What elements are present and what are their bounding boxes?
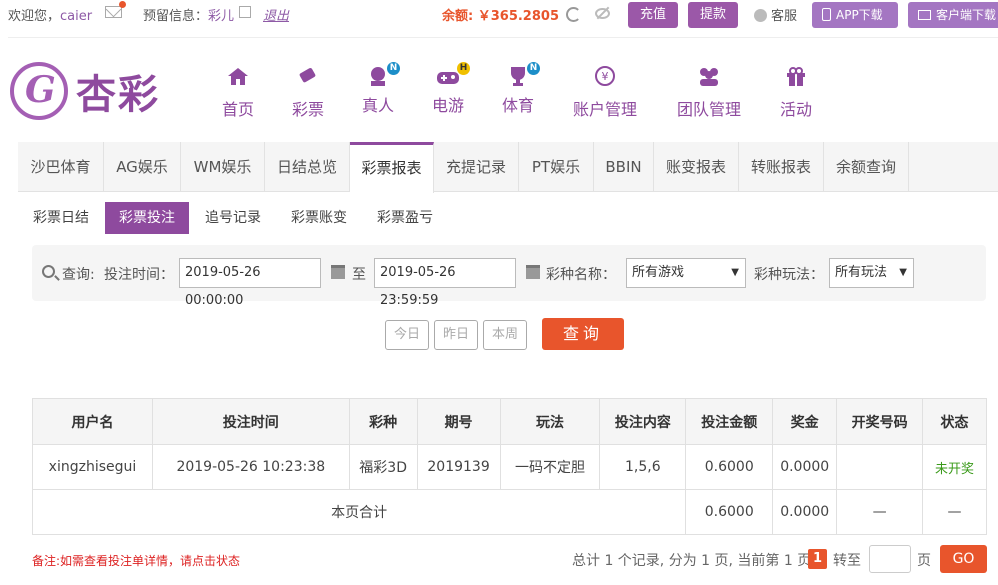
- search-icon: [42, 265, 55, 278]
- subtab-lottery-daily[interactable]: 彩票日结: [33, 202, 89, 234]
- to-label: 至: [352, 267, 366, 283]
- subtab-lottery-bets[interactable]: 彩票投注: [105, 202, 189, 234]
- table-header: 用户名 投注时间 彩种 期号 玩法 投注内容 投注金额 奖金 开奖号码 状态: [32, 398, 987, 445]
- recharge-button[interactable]: 充值: [628, 2, 679, 28]
- new-badge: N: [387, 62, 400, 75]
- col-content: 投注内容: [599, 398, 687, 445]
- goto-label: 转至: [833, 553, 861, 569]
- tab-transfer[interactable]: 转账报表: [739, 142, 824, 192]
- table-row[interactable]: xingzhisegui 2019-05-26 10:23:38 福彩3D 20…: [32, 444, 987, 490]
- gift-icon: [787, 67, 805, 86]
- edit-icon[interactable]: [239, 6, 251, 18]
- tab-saba-sports[interactable]: 沙巴体育: [18, 142, 104, 192]
- game-select[interactable]: 所有游戏 ▼: [626, 258, 746, 288]
- team-icon: [700, 68, 718, 86]
- monitor-icon: [918, 10, 931, 20]
- start-date-input[interactable]: 2019-05-26 00:00:00: [179, 258, 321, 308]
- tab-pt[interactable]: PT娱乐: [519, 142, 594, 192]
- col-amount: 投注金额: [685, 398, 774, 445]
- tab-deposit-withdraw[interactable]: 充提记录: [434, 142, 519, 192]
- play-select[interactable]: 所有玩法 ▼: [829, 258, 914, 288]
- report-tabs: 沙巴体育 AG娱乐 WM娱乐 日结总览 彩票报表 充提记录 PT娱乐 BBIN …: [18, 142, 998, 193]
- customer-service-link[interactable]: 客服: [754, 5, 797, 24]
- refresh-icon[interactable]: [566, 7, 581, 22]
- this-week-button[interactable]: 本周: [483, 320, 527, 350]
- go-button[interactable]: GO: [940, 545, 987, 573]
- tab-wm[interactable]: WM娱乐: [181, 142, 265, 192]
- play-type-label: 彩种玩法：: [754, 267, 824, 283]
- today-button[interactable]: 今日: [385, 320, 429, 350]
- hide-balance-icon[interactable]: [595, 8, 610, 19]
- query-label: 查询:: [62, 267, 95, 283]
- balance-value: ￥365.2805: [477, 9, 559, 24]
- calendar-icon[interactable]: [331, 265, 345, 279]
- col-issue: 期号: [416, 398, 501, 445]
- customer-service-icon: [754, 9, 767, 22]
- nav-sports[interactable]: N 体育: [501, 62, 540, 116]
- pager-summary: 总计 1 个记录, 分为 1 页, 当前第 1 页: [572, 553, 812, 569]
- account-yen-icon: ¥: [595, 66, 615, 86]
- client-download-button[interactable]: 客户端下载: [908, 2, 998, 28]
- table-total-row: 本页合计 0.6000 0.0000 — —: [31, 489, 987, 535]
- bets-table: 用户名 投注时间 彩种 期号 玩法 投注内容 投注金额 奖金 开奖号码 状态 x…: [31, 398, 987, 535]
- logo-emblem: [10, 62, 68, 120]
- col-play: 玩法: [499, 398, 601, 445]
- page-input[interactable]: [869, 545, 911, 573]
- nav-egames[interactable]: H 电游: [431, 62, 470, 116]
- divider: [8, 37, 998, 38]
- subtab-lottery-account-change[interactable]: 彩票账变: [291, 202, 347, 234]
- yesterday-button[interactable]: 昨日: [434, 320, 478, 350]
- reserved-info: 预留信息：彩儿: [143, 9, 235, 24]
- current-page[interactable]: 1: [808, 549, 827, 569]
- chevron-down-icon: ▼: [899, 267, 907, 278]
- unread-dot: [119, 1, 126, 8]
- col-prize: 奖金: [772, 398, 838, 445]
- nav-lottery[interactable]: 彩票: [291, 66, 325, 120]
- tab-balance[interactable]: 余额查询: [824, 142, 909, 192]
- col-bet-time: 投注时间: [151, 398, 350, 445]
- username: caier: [60, 9, 93, 24]
- nav-live[interactable]: N 真人: [361, 62, 400, 116]
- col-lottery: 彩种: [348, 398, 418, 445]
- chevron-down-icon: ▼: [731, 267, 739, 278]
- calendar-icon[interactable]: [526, 265, 540, 279]
- status-link[interactable]: 未开奖: [922, 444, 987, 490]
- top-bar: 欢迎您，caier 预留信息：彩儿 退出 余额: ￥365.2805 充值 提款…: [0, 0, 998, 30]
- filter-bar: 查询: 投注时间： 2019-05-26 00:00:00 至 2019-05-…: [32, 245, 986, 308]
- home-icon: [228, 68, 248, 85]
- welcome-text: 欢迎您，caier: [8, 9, 93, 24]
- page-unit-label: 页: [917, 553, 931, 569]
- subtab-chase-records[interactable]: 追号记录: [205, 202, 261, 234]
- nav-team[interactable]: 团队管理: [675, 66, 743, 120]
- tab-bbin[interactable]: BBIN: [594, 142, 654, 192]
- tab-ag[interactable]: AG娱乐: [104, 142, 181, 192]
- site-logo[interactable]: 杏彩: [10, 62, 160, 122]
- tab-lottery-report[interactable]: 彩票报表: [350, 142, 434, 193]
- nav-promotions[interactable]: 活动: [779, 66, 813, 120]
- end-date-input[interactable]: 2019-05-26 23:59:59: [374, 258, 516, 308]
- nav-home[interactable]: 首页: [221, 66, 255, 120]
- balance: 余额: ￥365.2805: [442, 9, 559, 24]
- lottery-ticket-icon: [299, 68, 316, 83]
- bet-detail-note: 备注:如需查看投注单详情，请点击状态: [32, 554, 241, 568]
- svg-text:¥: ¥: [602, 70, 609, 83]
- col-draw-number: 开奖号码: [836, 398, 924, 445]
- bet-time-label: 投注时间：: [104, 267, 174, 283]
- withdraw-button[interactable]: 提款: [688, 2, 739, 28]
- app-download-button[interactable]: APP下载: [812, 2, 898, 28]
- tab-account-change[interactable]: 账变报表: [654, 142, 739, 192]
- col-username: 用户名: [32, 398, 153, 445]
- logout-link[interactable]: 退出: [263, 5, 289, 24]
- subtab-lottery-profit[interactable]: 彩票盈亏: [377, 202, 433, 234]
- tab-daily-overview[interactable]: 日结总览: [265, 142, 350, 192]
- phone-icon: [822, 8, 831, 21]
- nav-account[interactable]: ¥ 账户管理: [571, 66, 639, 120]
- hot-badge: H: [457, 62, 470, 75]
- new-badge: N: [527, 62, 540, 75]
- mail-icon[interactable]: [105, 1, 126, 18]
- search-button[interactable]: 查询: [542, 318, 624, 350]
- page-total-label: 本页合计: [31, 489, 687, 535]
- game-name-label: 彩种名称：: [546, 267, 616, 283]
- col-status: 状态: [922, 398, 987, 445]
